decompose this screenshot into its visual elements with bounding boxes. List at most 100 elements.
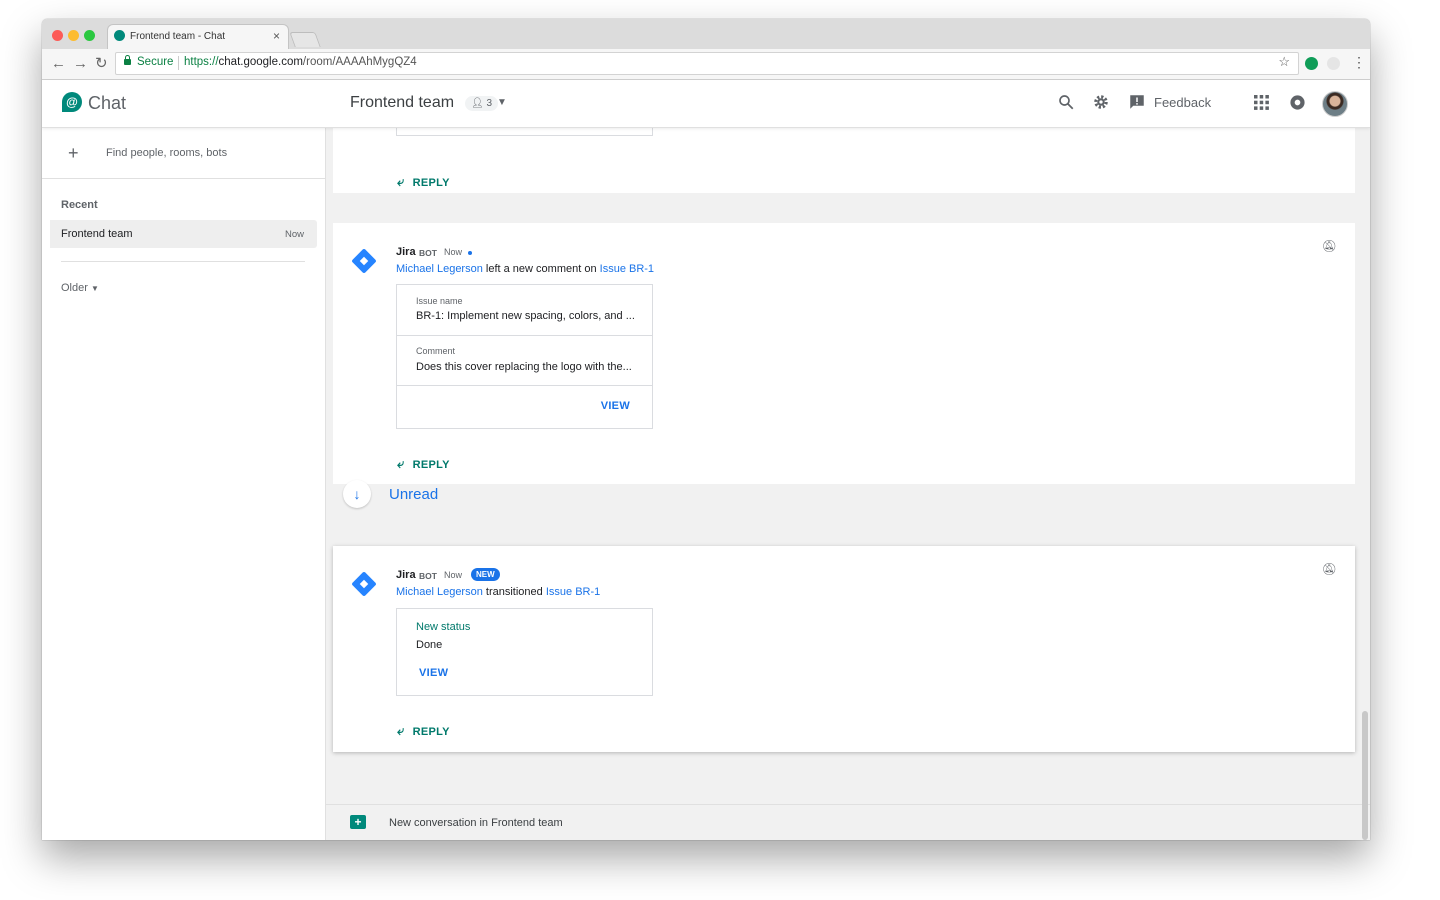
feedback-button[interactable]: Feedback: [1154, 95, 1211, 110]
mute-bell-icon[interactable]: 🔕︎: [1322, 562, 1337, 576]
field-label: Issue name: [416, 296, 463, 306]
secure-label: Secure: [137, 56, 174, 68]
url-scheme: https://: [184, 56, 219, 68]
member-count: 3: [486, 98, 493, 109]
status-value: Done: [416, 639, 443, 651]
new-conversation-bar[interactable]: + New conversation in Frontend team: [326, 804, 1370, 840]
comment-section: Comment Does this cover replacing the lo…: [397, 336, 652, 386]
close-window-button[interactable]: [52, 30, 63, 41]
mute-bell-icon[interactable]: 🔕︎: [1322, 239, 1337, 253]
message-text: Michael Legerson left a new comment on I…: [396, 263, 654, 275]
forward-icon[interactable]: →: [73, 55, 88, 73]
message-card: Jira BOT Now 🔕︎ Michael Legerson left a …: [333, 223, 1355, 484]
new-tab-button[interactable]: [289, 32, 321, 47]
person-icon: 👤︎: [471, 98, 484, 109]
older-toggle[interactable]: Older ▼: [61, 282, 99, 294]
status-indicator-icon[interactable]: [1289, 94, 1306, 111]
sidebar-divider: [61, 261, 305, 262]
view-button[interactable]: VIEW: [419, 667, 448, 679]
add-icon[interactable]: +: [68, 143, 79, 164]
browser-toolbar: ← → ↻ Secure https://chat.google.com/roo…: [42, 49, 1370, 80]
reply-button[interactable]: ⤶ REPLY: [397, 456, 450, 472]
bot-tag: BOT: [419, 248, 437, 258]
sidebar-divider: [42, 178, 325, 179]
unread-label[interactable]: Unread: [389, 486, 438, 503]
issue-card: Issue name BR-1: Implement new spacing, …: [396, 284, 653, 429]
minimize-window-button[interactable]: [68, 30, 79, 41]
sender-name[interactable]: Jira: [396, 246, 416, 258]
action-text: left a new comment on: [485, 263, 597, 275]
sidebar-item-frontend-team[interactable]: Frontend team Now: [50, 220, 317, 248]
actor-link[interactable]: Michael Legerson: [396, 586, 483, 598]
field-value: Does this cover replacing the logo with …: [416, 361, 632, 373]
browser-menu-icon[interactable]: ⋮: [1352, 54, 1366, 71]
unread-dot-icon: [468, 251, 472, 255]
tab-strip: Frontend team - Chat ×: [42, 19, 1370, 49]
action-text: transitioned: [485, 586, 543, 598]
chat-favicon-icon: [114, 30, 125, 41]
actor-link[interactable]: Michael Legerson: [396, 263, 483, 275]
url-host: chat.google.com: [218, 56, 303, 68]
app-name: Chat: [88, 93, 127, 113]
recent-heading: Recent: [61, 199, 98, 211]
search-icon[interactable]: [1057, 93, 1075, 111]
view-button[interactable]: VIEW: [601, 400, 630, 412]
reply-arrow-icon: ⤶: [397, 174, 405, 189]
status-label: New status: [416, 621, 471, 633]
app-header: @ Chat Frontend team 👤︎ 3 ▼ Feedback: [42, 80, 1370, 128]
reply-button[interactable]: ⤶ REPLY: [397, 174, 450, 190]
new-conversation-icon[interactable]: +: [350, 815, 366, 829]
sidebar: + Find people, rooms, bots Recent Fronte…: [42, 127, 326, 840]
jira-avatar-icon: [351, 571, 377, 597]
extension-inactive-icon[interactable]: [1327, 57, 1340, 70]
new-badge: NEW: [471, 568, 500, 581]
extension-icon[interactable]: [1305, 57, 1318, 70]
url-path: /room/AAAAhMygQZ4: [302, 56, 417, 68]
issue-link[interactable]: Issue BR-1: [546, 586, 600, 598]
message-text: Michael Legerson transitioned Issue BR-1: [396, 586, 600, 598]
jira-avatar-icon: [351, 248, 377, 274]
settings-gear-icon[interactable]: [1092, 93, 1110, 111]
user-avatar[interactable]: [1322, 91, 1348, 117]
message-time: Now: [444, 570, 463, 580]
feedback-icon[interactable]: [1128, 93, 1146, 111]
conversation-stream: ⤶ REPLY Jira BOT Now 🔕︎ Michael Legerson …: [326, 127, 1370, 840]
lock-icon: [124, 55, 131, 65]
bot-tag: BOT: [419, 571, 437, 581]
browser-tab[interactable]: Frontend team - Chat ×: [108, 25, 288, 49]
sidebar-item-label: Frontend team: [61, 228, 133, 240]
tab-close-icon[interactable]: ×: [273, 29, 280, 43]
apps-grid-icon[interactable]: [1254, 95, 1269, 110]
issue-link[interactable]: Issue BR-1: [600, 263, 654, 275]
field-label: Comment: [416, 346, 456, 356]
url-text[interactable]: https://chat.google.com/room/AAAAhMygQZ4: [184, 56, 417, 68]
tab-title: Frontend team - Chat: [130, 31, 226, 42]
reply-button[interactable]: ⤶ REPLY: [397, 723, 450, 739]
room-title[interactable]: Frontend team: [350, 94, 454, 112]
url-separator: [178, 56, 179, 70]
find-people-search[interactable]: Find people, rooms, bots: [106, 147, 227, 159]
reply-label: REPLY: [412, 459, 450, 471]
bookmark-star-icon[interactable]: ☆: [1278, 54, 1290, 70]
jump-to-unread-arrow-icon[interactable]: ↓: [343, 480, 371, 508]
chat-logo-icon: @: [62, 92, 82, 112]
new-conversation-label[interactable]: New conversation in Frontend team: [389, 817, 563, 829]
status-card: New status Done VIEW: [396, 608, 653, 696]
room-menu-chevron-down-icon[interactable]: ▼: [497, 97, 507, 108]
reply-arrow-icon: ⤶: [397, 456, 405, 471]
back-icon[interactable]: ←: [51, 55, 66, 73]
reply-label: REPLY: [412, 177, 450, 189]
card-widget-fragment: [396, 127, 653, 136]
chevron-down-icon: ▼: [90, 284, 99, 293]
reply-label: REPLY: [412, 726, 450, 738]
member-count-badge[interactable]: 👤︎ 3: [465, 96, 499, 111]
sender-name[interactable]: Jira: [396, 569, 416, 581]
message-time: Now: [444, 247, 463, 257]
maximize-window-button[interactable]: [84, 30, 95, 41]
reload-icon[interactable]: ↻: [95, 55, 108, 73]
older-label: Older: [61, 282, 88, 294]
scrollbar-thumb[interactable]: [1362, 711, 1368, 840]
sidebar-item-time: Now: [284, 229, 304, 240]
address-bar[interactable]: Secure https://chat.google.com/room/AAAA…: [115, 52, 1299, 75]
browser-window: Frontend team - Chat × ← → ↻ Secure http…: [42, 19, 1370, 840]
